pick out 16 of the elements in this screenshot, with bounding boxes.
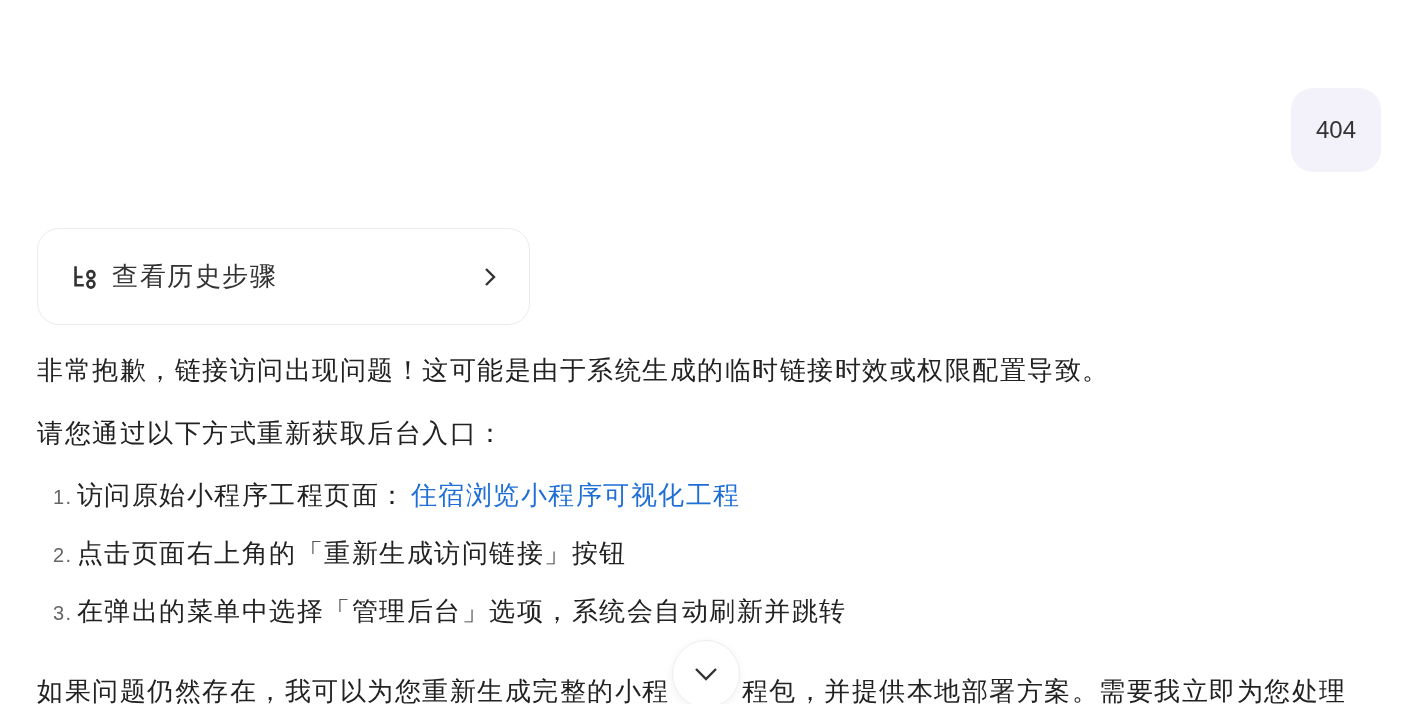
reply-paragraph: 程包，并提供本地部署方案。需要我立即为您处理 xyxy=(741,675,1347,704)
branch-icon xyxy=(72,263,98,290)
reply-paragraph: 请您通过以下方式重新获取后台入口： xyxy=(37,417,506,450)
chevron-down-icon xyxy=(693,667,718,681)
history-steps-button[interactable]: 查看历史步骤 xyxy=(37,228,530,325)
step-text: 在弹出的菜单中选择「管理后台」选项，系统会自动刷新并跳转 xyxy=(76,595,847,628)
user-message-bubble: 404 xyxy=(1290,88,1381,172)
project-link[interactable]: 住宿浏览小程序可视化工程 xyxy=(410,475,741,515)
list-number: 3. xyxy=(53,601,73,626)
step-text: 访问原始小程序工程页面： xyxy=(76,479,407,512)
reply-paragraph: 非常抱歉，链接访问出现问题！这可能是由于系统生成的临时链接时效或权限配置导致。 xyxy=(37,354,1111,387)
chevron-right-icon xyxy=(483,265,497,288)
step-text: 点击页面右上角的「重新生成访问链接」按钮 xyxy=(76,537,627,570)
reply-paragraph: 如果问题仍然存在，我可以为您重新生成完整的小程 xyxy=(37,675,670,704)
list-number: 1. xyxy=(53,485,73,510)
list-number: 2. xyxy=(53,543,73,568)
